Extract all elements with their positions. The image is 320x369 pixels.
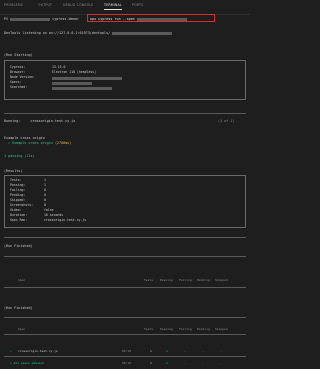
row-skipped: - bbox=[220, 349, 222, 353]
col-skipped: Skipped bbox=[215, 278, 228, 282]
col-failing: Failing bbox=[179, 327, 192, 331]
tab-ports[interactable]: PORTS bbox=[132, 3, 143, 7]
redacted-searched bbox=[52, 86, 112, 90]
command-text: npx cypress run --spec bbox=[90, 17, 187, 21]
run-finished-label-2: (Run Finished) bbox=[4, 306, 33, 310]
divider bbox=[4, 334, 246, 335]
running-label: Running: bbox=[4, 119, 21, 123]
command-label: npx cypress run --spec bbox=[90, 17, 135, 21]
describe-title: Example cross origin bbox=[4, 136, 45, 140]
divider bbox=[4, 113, 246, 114]
passing-summary: 1 passing (11s) bbox=[4, 154, 35, 158]
panel-tab-bar: PROBLEMS OUTPUT DEBUG CONSOLE TERMINAL P… bbox=[0, 0, 250, 15]
divider bbox=[4, 356, 246, 357]
tab-problems[interactable]: PROBLEMS bbox=[4, 3, 23, 7]
redacted-specs bbox=[52, 81, 92, 85]
results-box bbox=[4, 175, 246, 228]
summary-skipped: - bbox=[220, 361, 222, 365]
env-val-browser: Electron 118 (headless) bbox=[52, 70, 97, 74]
col-spec: Spec bbox=[18, 278, 26, 282]
redacted-spec bbox=[136, 17, 187, 21]
running-file: crossorigin.test.cy.js bbox=[30, 119, 76, 123]
prompt-path: cypress-demo> bbox=[52, 17, 79, 21]
summary-pending: - bbox=[202, 361, 204, 365]
summary-tests: 1 bbox=[150, 361, 152, 365]
tab-terminal[interactable]: TERMINAL bbox=[104, 3, 122, 10]
terminal-prompt-line: PS cypress-demo> bbox=[4, 17, 79, 21]
divider bbox=[4, 287, 246, 288]
tab-output[interactable]: OUTPUT bbox=[38, 3, 52, 7]
result-value: crossorigin.test.cy.js bbox=[44, 218, 87, 222]
summary-passing: 1 bbox=[166, 361, 168, 365]
col-pending: Pending bbox=[197, 278, 210, 282]
results-label: (Results) bbox=[4, 169, 23, 173]
test-time: (2768ms) bbox=[54, 141, 72, 145]
summary-failing: - bbox=[184, 361, 186, 365]
running-count: (1 of 1) bbox=[218, 119, 235, 123]
col-failing: Failing bbox=[179, 278, 192, 282]
row-passing: 1 bbox=[166, 349, 168, 353]
divider bbox=[4, 237, 246, 238]
divider bbox=[4, 317, 246, 318]
divider bbox=[4, 256, 246, 257]
result-key: Spec Ran: bbox=[10, 218, 28, 222]
row-pending: - bbox=[202, 349, 204, 353]
running-line: Running: crossorigin.test.cy.js bbox=[4, 119, 75, 123]
redacted-node bbox=[52, 76, 122, 80]
col-passing: Passing bbox=[160, 327, 173, 331]
tab-debug-console[interactable]: DEBUG CONSOLE bbox=[63, 3, 94, 7]
test-result-line: ✓ Example cross origin (2768ms) bbox=[8, 141, 71, 145]
row-time: 00:10 bbox=[122, 349, 132, 353]
summary-time: 00:10 bbox=[122, 361, 132, 365]
env-box bbox=[4, 60, 246, 100]
test-pass-text: ✓ Example cross origin bbox=[8, 141, 53, 145]
col-pending: Pending bbox=[197, 327, 210, 331]
col-spec: Spec bbox=[18, 327, 26, 331]
env-key-searched: Searched: bbox=[10, 85, 28, 89]
redacted-devtools bbox=[112, 31, 173, 35]
prompt-prefix: PS bbox=[4, 17, 9, 21]
row-spec: crossorigin.test.cy.js bbox=[18, 349, 58, 353]
row-check: ✓ bbox=[10, 349, 12, 353]
col-tests: Tests bbox=[144, 327, 154, 331]
summary-text: ✓ All specs passed! bbox=[10, 361, 45, 365]
devtools-text: DevTools listening on ws://127.0.0.1:619… bbox=[4, 31, 111, 35]
redacted-path bbox=[10, 17, 51, 21]
col-tests: Tests bbox=[144, 278, 154, 282]
row-failing: - bbox=[184, 349, 186, 353]
row-tests: 1 bbox=[150, 349, 152, 353]
col-skipped: Skipped bbox=[215, 327, 228, 331]
col-passing: Passing bbox=[160, 278, 173, 282]
run-starting-label: (Run Starting) bbox=[4, 53, 33, 57]
devtools-line: DevTools listening on ws://127.0.0.1:619… bbox=[4, 31, 173, 35]
run-finished-label: (Run Finished) bbox=[4, 244, 33, 248]
